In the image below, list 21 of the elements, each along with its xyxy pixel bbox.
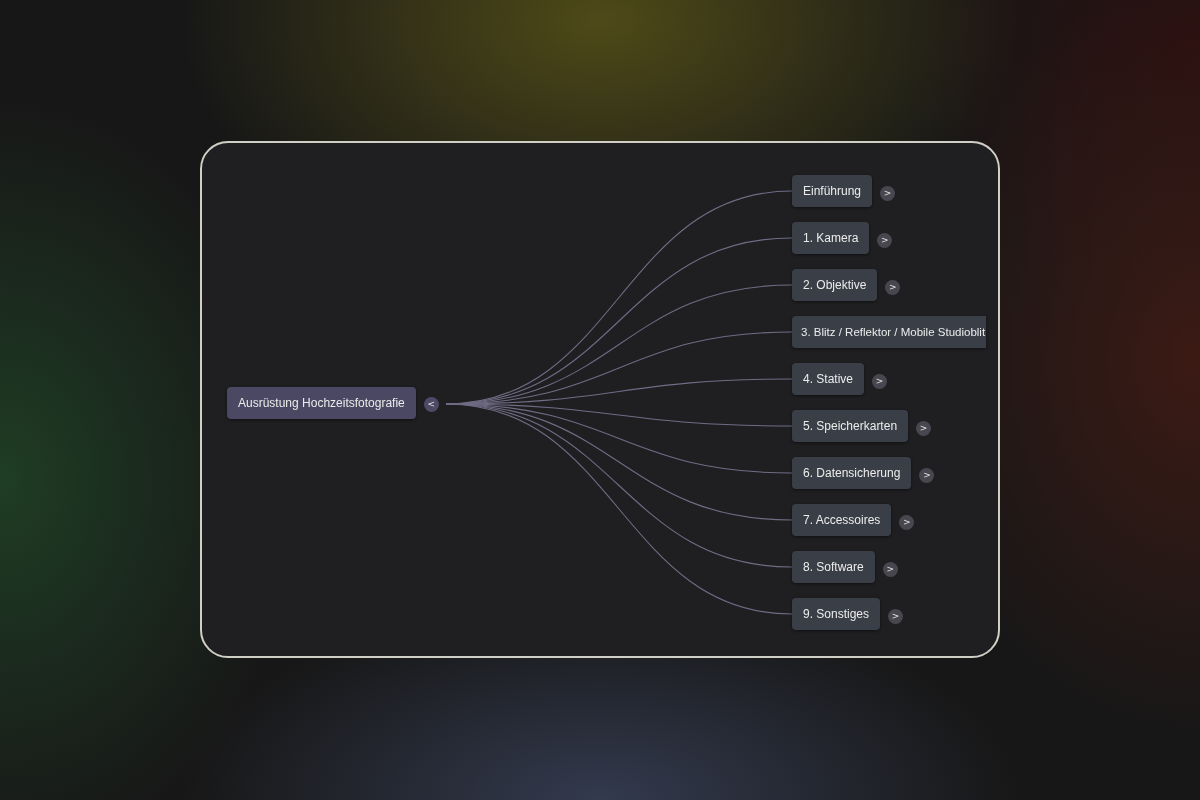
expand-toggle[interactable]: >: [877, 232, 893, 248]
expand-toggle[interactable]: >: [882, 561, 898, 577]
topic-node[interactable]: 8. Software: [792, 551, 875, 583]
topic-node[interactable]: 3. Blitz / Reflektor / Mobile Studioblit: [792, 316, 987, 348]
topic-node[interactable]: 6. Datensicherung: [792, 457, 912, 489]
root-node[interactable]: Ausrüstung Hochzeitsfotografie: [227, 387, 416, 419]
expand-toggle[interactable]: >: [888, 608, 904, 624]
expand-toggle[interactable]: >: [872, 373, 888, 389]
topic-node[interactable]: 1. Kamera: [792, 222, 870, 254]
topic-node[interactable]: 4. Stative: [792, 363, 865, 395]
collapse-toggle[interactable]: <: [423, 396, 439, 412]
topic-node[interactable]: 7. Accessoires: [792, 504, 892, 536]
expand-toggle[interactable]: >: [919, 467, 935, 483]
topic-node[interactable]: Einführung: [792, 175, 873, 207]
expand-toggle[interactable]: >: [899, 514, 915, 530]
topic-node[interactable]: 2. Objektive: [792, 269, 878, 301]
expand-toggle[interactable]: >: [916, 420, 932, 436]
expand-toggle[interactable]: >: [885, 279, 901, 295]
topic-node[interactable]: 5. Speicherkarten: [792, 410, 909, 442]
topic-node[interactable]: 9. Sonstiges: [792, 598, 881, 630]
expand-toggle[interactable]: >: [880, 185, 896, 201]
